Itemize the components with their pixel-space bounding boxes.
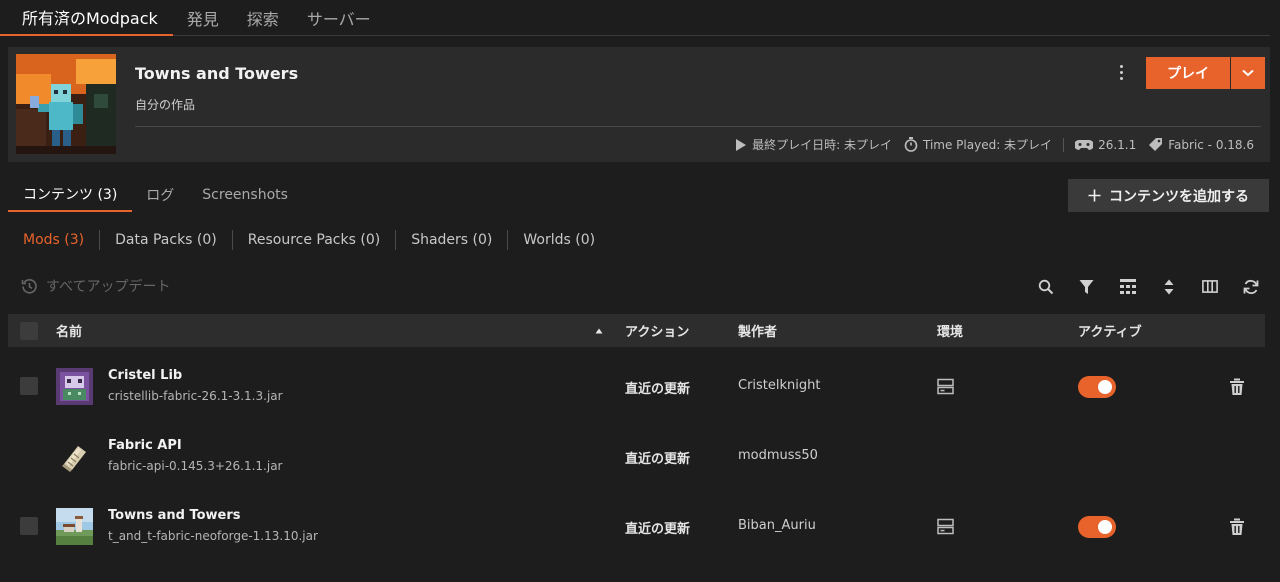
fabric-api-icon (56, 438, 93, 475)
stopwatch-icon (904, 137, 918, 152)
mod-name[interactable]: Cristel Lib (108, 368, 182, 383)
update-all-label: すべてアップデート (46, 279, 171, 295)
header-name[interactable]: 名前 (56, 314, 82, 347)
play-button[interactable]: プレイ (1146, 57, 1230, 89)
update-all-button[interactable]: すべてアップデート (21, 276, 170, 296)
mod-file: cristellib-fabric-26.1-3.1.3.jar (108, 389, 283, 403)
sort-ascending-icon[interactable] (595, 314, 603, 347)
plus-icon (1088, 189, 1101, 202)
content-tabs: コンテンツ (3) ログ Screenshots (8, 178, 302, 212)
select-all-cell (20, 314, 38, 347)
header-author[interactable]: 製作者 (738, 314, 777, 347)
refresh-button[interactable] (1241, 277, 1260, 296)
controller-icon (1075, 139, 1094, 150)
time-played-text: Time Played: 未プレイ (922, 138, 1053, 152)
filter-resource-packs[interactable]: Resource Packs (0) (233, 232, 395, 248)
last-played: 最終プレイ日時: 未プレイ (735, 136, 892, 153)
refresh-icon (1243, 279, 1258, 294)
mod-author[interactable]: Biban_Auriu (738, 518, 816, 533)
filter-data-packs[interactable]: Data Packs (0) (100, 232, 232, 248)
kebab-icon[interactable] (1112, 62, 1130, 84)
search-icon (1038, 279, 1053, 294)
instance-header: Towns and Towers 自分の作品 プレイ 最終プレイ日時: 未プレイ… (8, 47, 1270, 162)
mod-author[interactable]: modmuss50 (738, 448, 818, 463)
select-all-checkbox[interactable] (20, 321, 38, 340)
mod-author[interactable]: Cristelknight (738, 378, 820, 393)
add-content-label: コンテンツを追加する (1109, 187, 1249, 204)
density-button[interactable] (1118, 277, 1137, 296)
tag-icon (1149, 138, 1163, 151)
filter-icon (1079, 279, 1094, 294)
refresh-clock-icon (21, 278, 37, 294)
mod-name[interactable]: Fabric API (108, 438, 182, 453)
row-checkbox[interactable] (20, 517, 38, 535)
instance-info: 最終プレイ日時: 未プレイ Time Played: 未プレイ 26.1.1 F… (735, 136, 1254, 153)
table-row[interactable]: Cristel Lib cristellib-fabric-26.1-3.1.3… (8, 351, 1265, 421)
top-navigation: 所有済のModpack 発見 探索 サーバー (0, 0, 1270, 36)
mod-action: 直近の更新 (625, 522, 691, 537)
mod-file: t_and_t-fabric-neoforge-1.13.10.jar (108, 529, 318, 543)
mod-file: fabric-api-0.145.3+26.1.1.jar (108, 459, 283, 473)
table-toolbar (1036, 277, 1260, 296)
instance-thumbnail (16, 54, 116, 154)
sort-button[interactable] (1159, 277, 1178, 296)
header-environment[interactable]: 環境 (937, 314, 963, 347)
towns-and-towers-icon (56, 508, 93, 545)
mod-action: 直近の更新 (625, 452, 691, 467)
tab-owned-modpacks[interactable]: 所有済のModpack (0, 0, 173, 36)
table-row[interactable]: Fabric API fabric-api-0.145.3+26.1.1.jar… (8, 421, 1265, 491)
sort-icon (1164, 279, 1173, 294)
cristel-lib-icon (56, 368, 93, 405)
game-version: 26.1.1 (1075, 138, 1136, 152)
tab-servers[interactable]: サーバー (293, 0, 385, 36)
header-active[interactable]: アクティブ (1078, 314, 1142, 347)
game-version-text: 26.1.1 (1098, 137, 1137, 152)
filter-worlds[interactable]: Worlds (0) (508, 232, 610, 248)
columns-icon (1201, 280, 1218, 293)
columns-button[interactable] (1200, 277, 1219, 296)
loader-version: Fabric - 0.18.6 (1148, 137, 1254, 152)
tab-discover[interactable]: 発見 (173, 0, 233, 36)
mod-action: 直近の更新 (625, 382, 691, 397)
header-divider (135, 126, 1261, 127)
filter-button[interactable] (1077, 277, 1096, 296)
tab-logs[interactable]: ログ (132, 178, 188, 212)
mod-name[interactable]: Towns and Towers (108, 508, 241, 523)
trash-icon[interactable] (1229, 518, 1245, 536)
add-content-button[interactable]: コンテンツを追加する (1068, 179, 1269, 212)
grid-icon (1119, 279, 1136, 294)
header-action[interactable]: アクション (625, 314, 689, 347)
server-icon[interactable] (937, 378, 954, 395)
active-toggle[interactable] (1078, 376, 1116, 398)
content-filters: Mods (3) Data Packs (0) Resource Packs (… (23, 228, 610, 252)
trash-icon[interactable] (1229, 378, 1245, 396)
filter-mods[interactable]: Mods (3) (23, 232, 99, 248)
server-icon[interactable] (937, 518, 954, 535)
instance-subtitle: 自分の作品 (135, 98, 196, 112)
instance-title: Towns and Towers (135, 64, 299, 83)
time-played: Time Played: 未プレイ (904, 136, 1052, 153)
play-options-button[interactable] (1231, 57, 1265, 89)
play-icon (736, 138, 747, 151)
tab-explore[interactable]: 探索 (233, 0, 293, 36)
last-played-text: 最終プレイ日時: 未プレイ (752, 138, 892, 152)
active-toggle[interactable] (1078, 516, 1116, 538)
search-button[interactable] (1036, 277, 1055, 296)
chevron-down-icon (1242, 69, 1254, 77)
filter-shaders[interactable]: Shaders (0) (396, 232, 507, 248)
table-header: 名前 アクション 製作者 環境 アクティブ (8, 314, 1265, 347)
loader-version-text: Fabric - 0.18.6 (1168, 137, 1254, 152)
tab-contents[interactable]: コンテンツ (3) (8, 178, 133, 212)
table-row[interactable]: Towns and Towers t_and_t-fabric-neoforge… (8, 491, 1265, 561)
row-checkbox[interactable] (20, 377, 38, 395)
tab-screenshots[interactable]: Screenshots (188, 178, 302, 212)
